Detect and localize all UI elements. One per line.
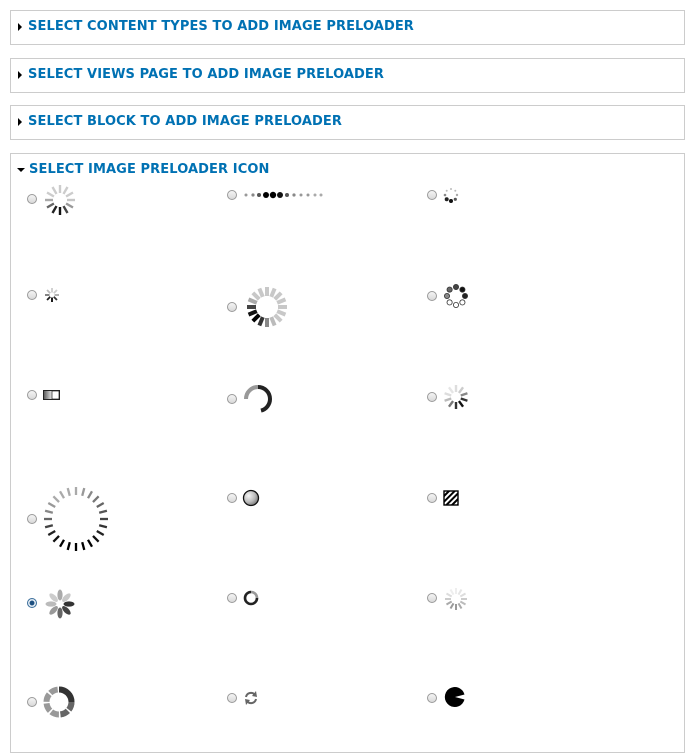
preloader-icon-fieldset: SELECT IMAGE PRELOADER ICON: [10, 153, 685, 753]
radio-refresh-arrows-spinner[interactable]: [227, 693, 237, 703]
radio-circle-arc-spinner[interactable]: [227, 593, 237, 603]
block-fieldset: SELECT BLOCK TO ADD IMAGE PRELOADER: [10, 105, 685, 140]
tiny-spokes-spinner-icon: [44, 287, 60, 303]
radio-pacman-spinner[interactable]: [427, 693, 437, 703]
expand-arrow-icon: [18, 70, 22, 79]
preloader-icon-title: SELECT IMAGE PRELOADER ICON: [29, 162, 270, 177]
radio-dots-bar-spinner[interactable]: [227, 190, 237, 200]
gradient-ball-spinner-icon: [242, 489, 260, 507]
radio-light-spokes-spinner[interactable]: [427, 593, 437, 603]
radio-bars-ring-spinner[interactable]: [227, 302, 237, 312]
light-spokes-spinner-icon: [443, 586, 469, 612]
radio-tiny-spokes-spinner[interactable]: [27, 290, 37, 300]
views-page-fieldset: SELECT VIEWS PAGE TO ADD IMAGE PRELOADER: [10, 58, 685, 93]
content-types-fieldset: SELECT CONTENT TYPES TO ADD IMAGE PRELOA…: [10, 10, 685, 45]
radio-arc-spinner[interactable]: [227, 394, 237, 404]
fading-spokes-spinner-icon: [442, 383, 470, 411]
circle-arc-spinner-icon: [242, 589, 260, 607]
expand-arrow-icon: [18, 117, 22, 126]
block-toggle[interactable]: SELECT BLOCK TO ADD IMAGE PRELOADER: [17, 114, 342, 129]
preloader-icon-toggle[interactable]: SELECT IMAGE PRELOADER ICON: [17, 162, 269, 177]
collapse-arrow-icon: [17, 167, 25, 172]
radio-striped-box-spinner[interactable]: [427, 493, 437, 503]
views-page-toggle[interactable]: SELECT VIEWS PAGE TO ADD IMAGE PRELOADER: [17, 67, 384, 82]
radio-fading-spokes-spinner[interactable]: [427, 392, 437, 402]
block-title: SELECT BLOCK TO ADD IMAGE PRELOADER: [28, 114, 342, 129]
radio-flower-spinner[interactable]: [27, 598, 37, 608]
radio-segment-ring-spinner[interactable]: [27, 697, 37, 707]
flower-spinner-icon: [44, 588, 76, 620]
radio-spokes-spinner[interactable]: [27, 194, 37, 204]
bars-ring-spinner-icon: [245, 285, 289, 329]
refresh-arrows-spinner-icon: [243, 690, 259, 706]
content-types-title: SELECT CONTENT TYPES TO ADD IMAGE PRELOA…: [28, 19, 414, 34]
spokes-spinner-icon: [43, 183, 77, 217]
radio-gradient-ball-spinner[interactable]: [227, 493, 237, 503]
radio-circles-ring-spinner[interactable]: [427, 291, 437, 301]
dots-circle-small-spinner-icon: [442, 186, 460, 204]
radio-large-dashes-spinner[interactable]: [27, 514, 37, 524]
striped-box-spinner-icon: [443, 490, 459, 506]
large-dashes-spinner-icon: [42, 485, 110, 553]
content-types-toggle[interactable]: SELECT CONTENT TYPES TO ADD IMAGE PRELOA…: [17, 19, 414, 34]
views-page-title: SELECT VIEWS PAGE TO ADD IMAGE PRELOADER: [28, 67, 385, 82]
circles-ring-spinner-icon: [443, 283, 469, 309]
expand-arrow-icon: [18, 22, 22, 31]
arc-spinner-icon: [241, 382, 275, 416]
progress-bar-spinner-icon: [43, 390, 60, 400]
pacman-spinner-icon: [444, 686, 466, 708]
dots-bar-spinner-icon: [244, 189, 324, 201]
radio-dots-circle-small-spinner[interactable]: [427, 190, 437, 200]
radio-progress-bar-spinner[interactable]: [27, 390, 37, 400]
segment-ring-spinner-icon: [41, 684, 77, 720]
